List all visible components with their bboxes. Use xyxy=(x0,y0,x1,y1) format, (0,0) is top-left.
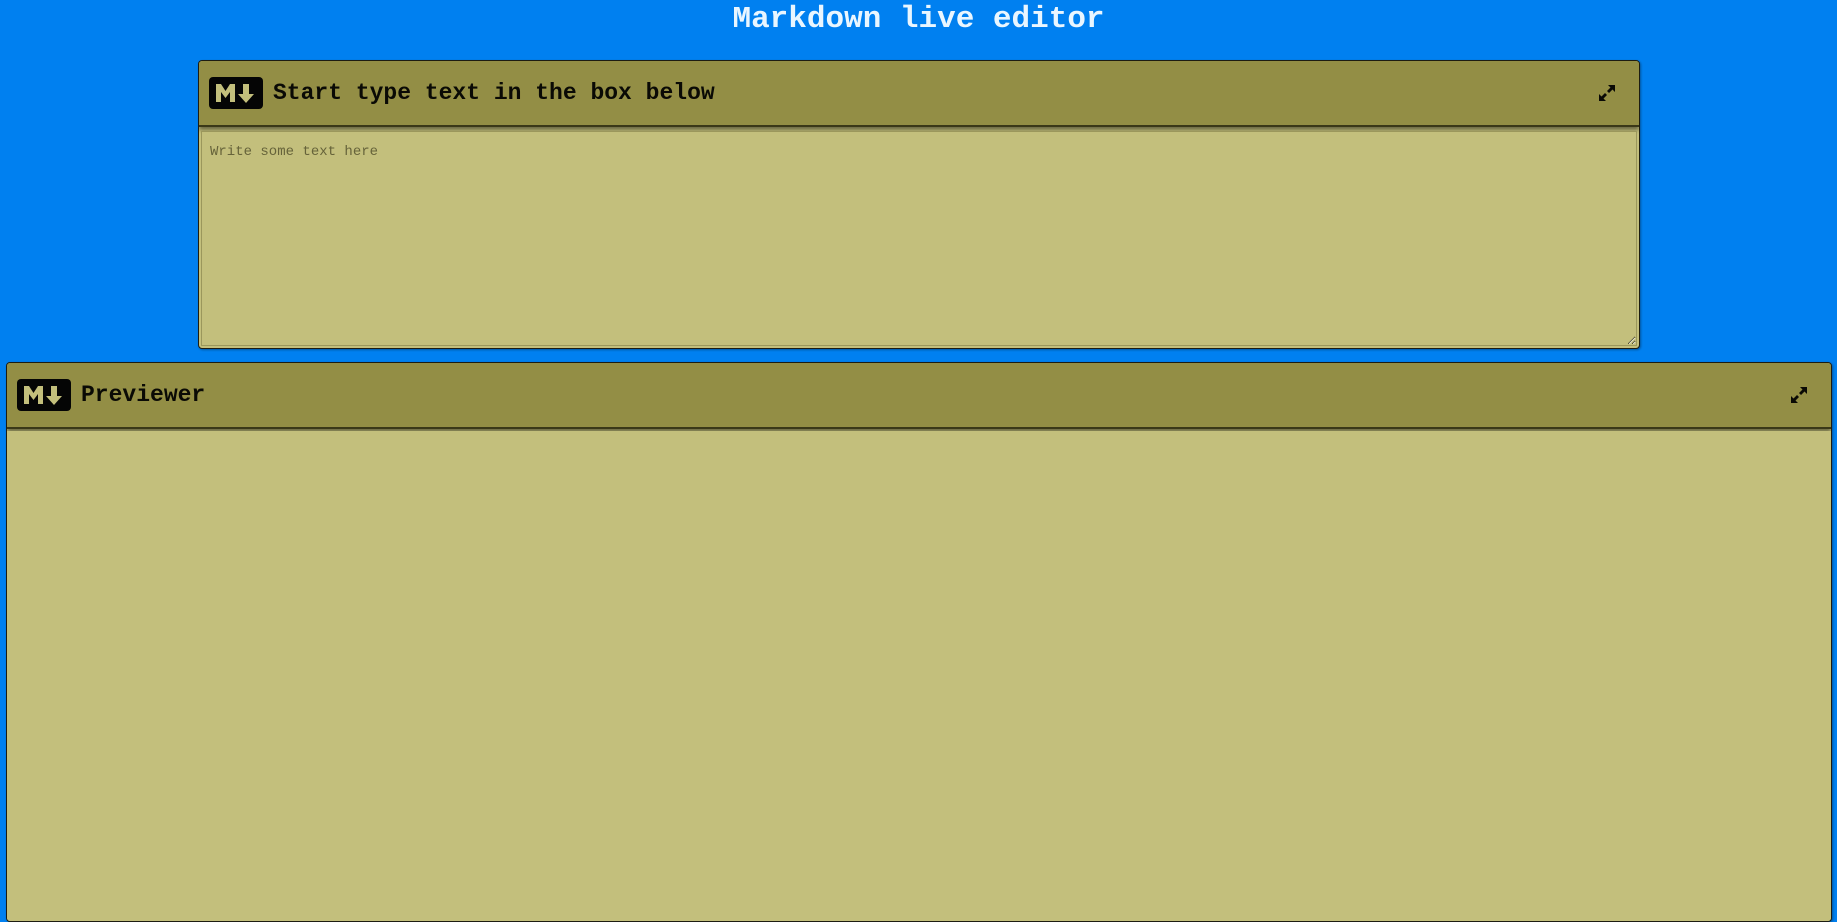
expand-arrows-icon[interactable] xyxy=(1789,385,1809,405)
markdown-logo-icon xyxy=(209,77,263,109)
page-title: Markdown live editor xyxy=(732,2,1105,37)
editor-toolbar-title: Start type text in the box below xyxy=(273,80,715,106)
expand-arrows-icon[interactable] xyxy=(1597,83,1617,103)
editor-panel: Start type text in the box below xyxy=(198,60,1640,349)
preview-content xyxy=(7,431,1831,921)
editor-toolbar: Start type text in the box below xyxy=(199,61,1639,127)
markdown-logo-icon xyxy=(17,379,71,411)
previewer-toolbar-title: Previewer xyxy=(81,382,206,408)
previewer-toolbar: Previewer xyxy=(7,363,1831,429)
previewer-panel: Previewer xyxy=(6,362,1832,922)
editor-textarea[interactable] xyxy=(201,131,1637,346)
